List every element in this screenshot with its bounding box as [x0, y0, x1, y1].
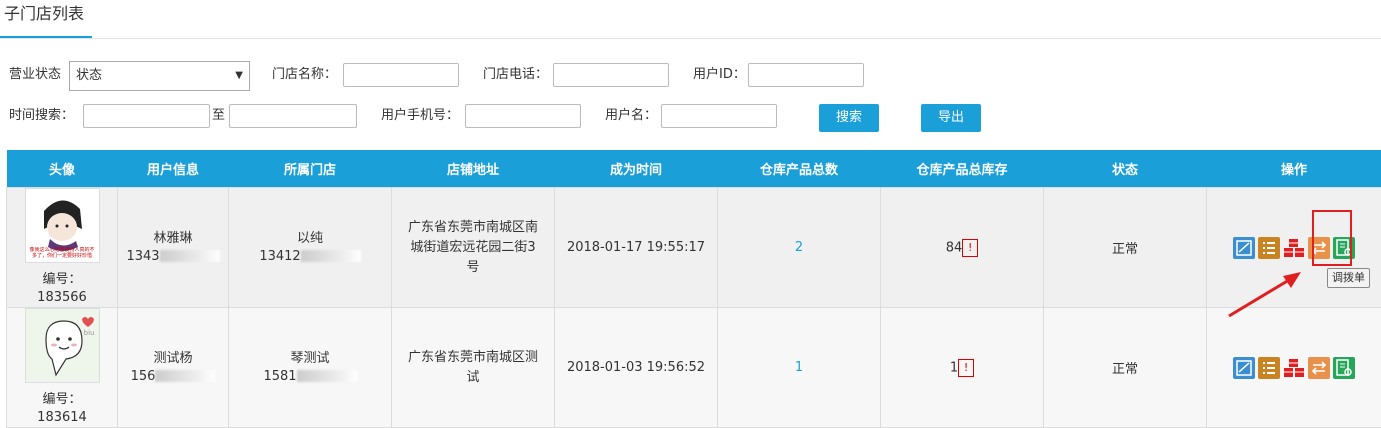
user-phone: 1343 — [126, 249, 159, 264]
header-avatar: 头像 — [7, 150, 118, 188]
boxes-icon[interactable] — [1283, 237, 1305, 259]
business-status-select[interactable]: 状态 ▼ — [69, 61, 250, 91]
phone-redaction — [155, 370, 215, 382]
time-to-label: 至 — [212, 103, 225, 129]
time-search-label: 时间搜索： — [9, 103, 74, 129]
tab-store-list[interactable]: 子门店列表 — [0, 0, 92, 38]
store-name: 琴测试 — [229, 350, 391, 368]
time-end-input[interactable] — [229, 104, 357, 128]
status-cell: 正常 — [1044, 308, 1207, 428]
export-button[interactable]: 导出 — [921, 104, 981, 132]
user-info-cell: 林雅琳 1343 — [118, 188, 229, 308]
header-created: 成为时间 — [555, 150, 718, 188]
store-name: 以纯 — [229, 230, 391, 248]
address-cell: 广东省东莞市南城区测试 — [392, 308, 555, 428]
status-cell: 正常 — [1044, 188, 1207, 308]
stock-total: 84 — [946, 240, 963, 255]
table-row: biu 编号： 183614 测试杨 156 琴测试 1581 广东省东莞市南城… — [7, 308, 1381, 428]
transfer-icon[interactable] — [1308, 357, 1330, 379]
username-input[interactable] — [661, 104, 777, 128]
list-icon[interactable] — [1258, 237, 1280, 259]
header-actions: 操作 — [1207, 150, 1381, 188]
avatar-cell: 像我这么心地善良待人真的不多了，你们一定要好好珍惜 编号： 183566 — [7, 188, 118, 308]
avatar-image — [26, 309, 99, 382]
stock-total-cell: 1! — [881, 308, 1044, 428]
user-id-input[interactable] — [748, 63, 864, 87]
product-total-link[interactable]: 1 — [718, 308, 881, 428]
store-phone-label: 门店电话： — [483, 62, 548, 88]
product-total-link[interactable]: 2 — [718, 188, 881, 308]
actions-cell — [1207, 308, 1381, 428]
created-cell: 2018-01-03 19:56:52 — [555, 308, 718, 428]
phone-redaction — [297, 370, 357, 382]
username-label: 用户名： — [605, 103, 657, 129]
warning-icon[interactable]: ! — [958, 359, 974, 377]
store-phone: 13412 — [259, 249, 300, 264]
header-address: 店铺地址 — [392, 150, 555, 188]
stock-total: 1 — [950, 360, 958, 375]
user-name: 林雅琳 — [118, 230, 228, 248]
business-status-label: 营业状态 — [9, 62, 61, 88]
tab-bar: 子门店列表 — [0, 0, 1381, 39]
store-phone: 1581 — [263, 369, 296, 384]
list-icon[interactable] — [1258, 357, 1280, 379]
header-user-info: 用户信息 — [118, 150, 229, 188]
avatar-caption: biu — [84, 329, 95, 337]
report-icon[interactable] — [1333, 357, 1355, 379]
store-phone-input[interactable] — [553, 63, 669, 87]
user-id-label: 用户ID： — [693, 62, 746, 88]
annotation-arrow-icon — [1225, 270, 1305, 320]
time-start-input[interactable] — [83, 104, 210, 128]
created-cell: 2018-01-17 19:55:17 — [555, 188, 718, 308]
store-name-input[interactable] — [343, 63, 459, 87]
warning-icon[interactable]: ! — [962, 239, 978, 257]
table-row: 像我这么心地善良待人真的不多了，你们一定要好好珍惜 编号： 183566 林雅琳… — [7, 188, 1381, 308]
edit-icon[interactable] — [1233, 237, 1255, 259]
header-stock-total: 仓库产品总库存 — [881, 150, 1044, 188]
highlight-box — [1312, 210, 1352, 266]
avatar-cell: biu 编号： 183614 — [7, 308, 118, 428]
store-id: 183614 — [7, 409, 117, 427]
header-product-total: 仓库产品总数 — [718, 150, 881, 188]
filter-form: 营业状态 状态 ▼ 门店名称： 门店电话： 用户ID： 时间搜索： 至 用户手机… — [0, 54, 1381, 144]
boxes-icon[interactable] — [1283, 357, 1305, 379]
tooltip: 调拨单 — [1327, 268, 1370, 288]
user-mobile-input[interactable] — [465, 104, 581, 128]
chevron-down-icon: ▼ — [235, 62, 243, 90]
stock-total-cell: 84! — [881, 188, 1044, 308]
table-header-row: 头像 用户信息 所属门店 店铺地址 成为时间 仓库产品总数 仓库产品总库存 状态… — [7, 150, 1381, 188]
avatar-caption: 像我这么心地善良待人真的不多了，你们一定要好好珍惜 — [28, 247, 97, 259]
store-cell: 以纯 13412 — [229, 188, 392, 308]
avatar: biu — [25, 308, 100, 383]
search-button[interactable]: 搜索 — [819, 104, 879, 132]
user-mobile-label: 用户手机号： — [381, 103, 459, 129]
user-name: 测试杨 — [118, 350, 228, 368]
address-cell: 广东省东莞市南城区南城街道宏远花园二街3号 — [392, 188, 555, 308]
header-store: 所属门店 — [229, 150, 392, 188]
store-name-label: 门店名称： — [272, 62, 337, 88]
store-cell: 琴测试 1581 — [229, 308, 392, 428]
user-info-cell: 测试杨 156 — [118, 308, 229, 428]
store-table: 头像 用户信息 所属门店 店铺地址 成为时间 仓库产品总数 仓库产品总库存 状态… — [6, 150, 1381, 428]
user-phone: 156 — [131, 369, 156, 384]
header-status: 状态 — [1044, 150, 1207, 188]
avatar: 像我这么心地善良待人真的不多了，你们一定要好好珍惜 — [25, 188, 100, 263]
store-id: 183566 — [7, 289, 117, 307]
id-label: 编号： — [7, 271, 117, 289]
phone-redaction — [160, 250, 220, 262]
id-label: 编号： — [7, 391, 117, 409]
phone-redaction — [301, 250, 361, 262]
edit-icon[interactable] — [1233, 357, 1255, 379]
business-status-value: 状态 — [76, 68, 102, 83]
